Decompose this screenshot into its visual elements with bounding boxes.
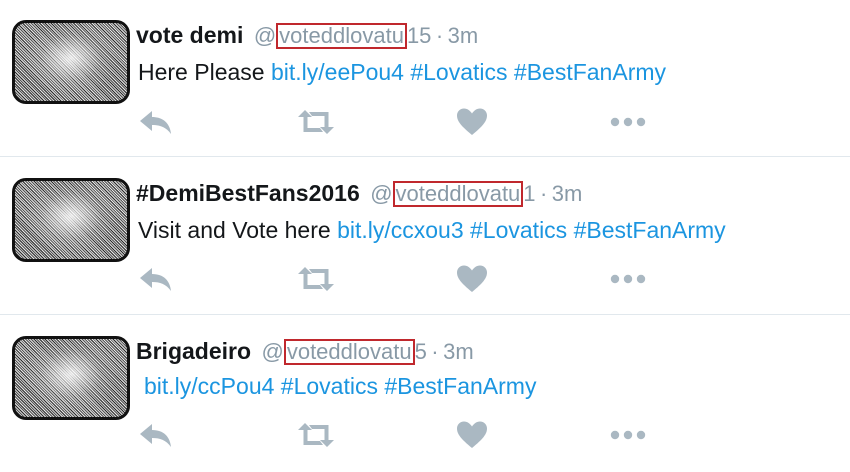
avatar[interactable] <box>12 336 130 420</box>
user-handle[interactable]: @ voteddlovatu 5 <box>261 339 427 365</box>
handle-suffix: 15 <box>406 23 432 48</box>
display-name[interactable]: #DemiBestFans2016 <box>136 180 360 206</box>
user-handle[interactable]: @ voteddlovatu 15 <box>253 23 432 49</box>
tweet-header: vote demi @ voteddlovatu 15 · 3m <box>136 22 478 49</box>
tweet[interactable]: vote demi @ voteddlovatu 15 · 3m Here Plea… <box>0 0 850 157</box>
display-name[interactable]: Brigadeiro <box>136 338 251 364</box>
tweet-actions <box>138 420 658 450</box>
tweet-text-body: Visit and Vote here <box>138 217 331 243</box>
handle-suffix: 1 <box>523 181 536 206</box>
timestamp[interactable]: 3m <box>552 181 583 206</box>
handle-suffix: 5 <box>414 339 427 364</box>
tweet-text: Visit and Vote here bit.ly/ccxou3 #Lovat… <box>138 217 726 244</box>
more-button[interactable] <box>609 107 649 137</box>
timestamp[interactable]: 3m <box>443 339 474 364</box>
tweet-actions <box>138 264 658 294</box>
tweet[interactable]: #DemiBestFans2016 @ voteddlovatu 1 · 3m Vi… <box>0 158 850 315</box>
reply-button[interactable] <box>138 107 174 137</box>
timestamp[interactable]: 3m <box>448 23 479 48</box>
more-button[interactable] <box>609 264 649 294</box>
tweet-divider <box>0 314 850 315</box>
separator-dot: · <box>435 23 444 48</box>
handle-highlight-box: voteddlovatu <box>283 339 415 365</box>
retweet-icon <box>298 423 334 447</box>
hashtag[interactable]: #BestFanArmy <box>574 217 726 243</box>
retweet-icon <box>298 110 334 134</box>
tweet-header: Brigadeiro @ voteddlovatu 5 · 3m <box>136 338 474 365</box>
handle-highlight-box: voteddlovatu <box>276 23 407 49</box>
handle-at: @ <box>261 339 284 364</box>
hashtag[interactable]: #Lovatics <box>281 373 378 399</box>
more-button[interactable] <box>609 420 649 450</box>
hashtag[interactable]: #Lovatics <box>410 59 507 85</box>
avatar[interactable] <box>12 20 130 104</box>
reply-icon <box>140 111 171 134</box>
handle-at: @ <box>253 23 277 48</box>
tweet[interactable]: Brigadeiro @ voteddlovatu 5 · 3m bit.ly/cc… <box>0 316 850 472</box>
more-icon <box>610 117 646 127</box>
tweet-text: Here Please bit.ly/eePou4 #Lovatics #Bes… <box>138 59 666 86</box>
hashtag[interactable]: #Lovatics <box>470 217 567 243</box>
display-name[interactable]: vote demi <box>136 22 243 48</box>
reply-button[interactable] <box>138 264 174 294</box>
hashtag[interactable]: #BestFanArmy <box>384 373 536 399</box>
handle-highlight-box: voteddlovatu <box>392 181 524 207</box>
retweet-icon <box>298 267 334 291</box>
heart-icon <box>457 108 487 135</box>
retweet-button[interactable] <box>296 107 336 137</box>
like-button[interactable] <box>456 264 488 294</box>
tweet-text: bit.ly/ccPou4 #Lovatics #BestFanArmy <box>144 373 536 400</box>
tweet-text-body: Here Please <box>138 59 265 85</box>
tweet-divider <box>0 156 850 157</box>
avatar[interactable] <box>12 178 130 262</box>
like-button[interactable] <box>456 420 488 450</box>
separator-dot: · <box>540 181 548 206</box>
retweet-button[interactable] <box>296 420 336 450</box>
heart-icon <box>457 265 487 292</box>
like-button[interactable] <box>456 107 488 137</box>
reply-button[interactable] <box>138 420 174 450</box>
tweet-link[interactable]: bit.ly/eePou4 <box>271 59 404 85</box>
tweet-header: #DemiBestFans2016 @ voteddlovatu 1 · 3m <box>136 180 582 207</box>
heart-icon <box>457 421 487 448</box>
tweet-link[interactable]: bit.ly/ccxou3 <box>337 217 464 243</box>
separator-dot: · <box>431 339 439 364</box>
reply-icon <box>140 424 171 447</box>
reply-icon <box>140 268 171 291</box>
more-icon <box>610 430 646 440</box>
handle-at: @ <box>370 181 393 206</box>
more-icon <box>610 274 646 284</box>
hashtag[interactable]: #BestFanArmy <box>514 59 666 85</box>
tweet-link[interactable]: bit.ly/ccPou4 <box>144 373 274 399</box>
tweet-actions <box>138 107 658 137</box>
retweet-button[interactable] <box>296 264 336 294</box>
user-handle[interactable]: @ voteddlovatu 1 <box>370 181 536 207</box>
